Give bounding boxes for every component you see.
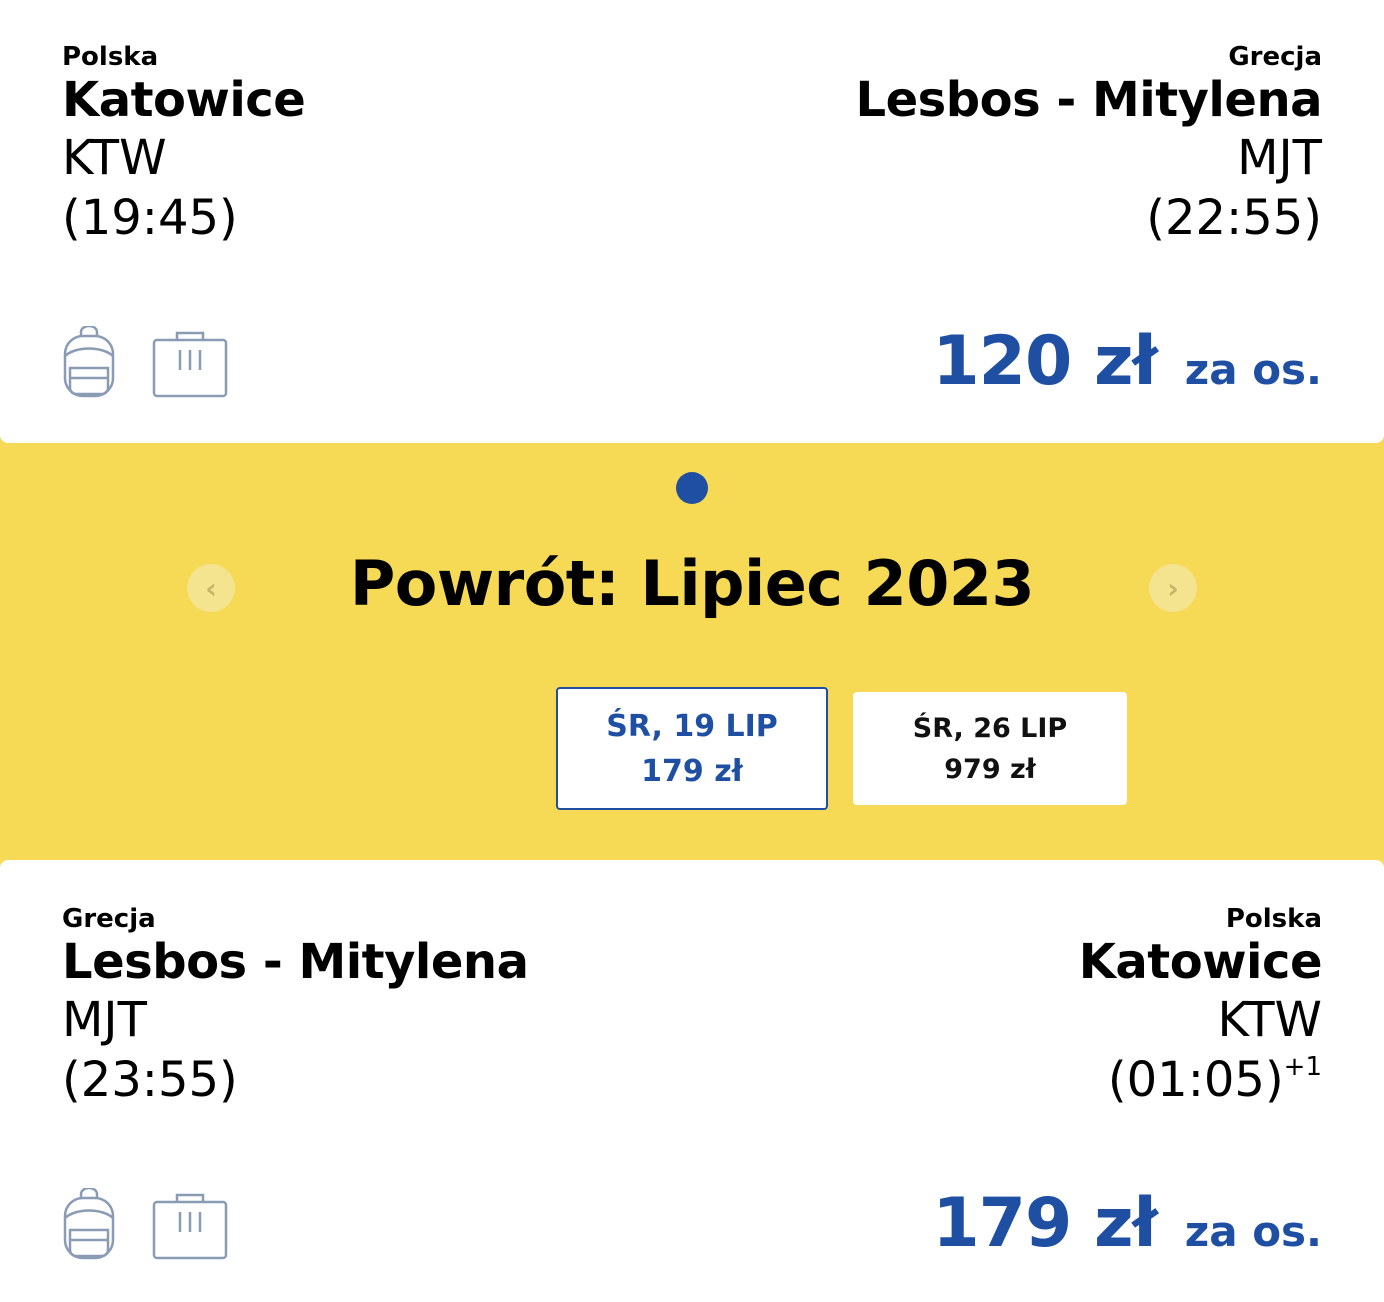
chevron-right-icon: › — [1167, 571, 1179, 605]
origin-city: Lesbos - Mitylena — [62, 934, 529, 990]
date-option-price: 979 zł — [944, 753, 1036, 785]
origin-country: Polska — [62, 42, 159, 72]
date-option-day: ŚR, 26 LIP — [912, 712, 1068, 744]
outbound-flight-card[interactable]: Polska Katowice KTW (19:45) Grecja Lesbo… — [0, 0, 1384, 443]
outbound-origin: Polska Katowice KTW (19:45) — [62, 42, 306, 248]
return-origin: Grecja Lesbos - Mitylena MJT (23:55) — [62, 904, 529, 1110]
backpack-icon — [63, 326, 115, 398]
origin-airport-code: MJT — [62, 992, 147, 1048]
baggage-icons — [62, 326, 228, 398]
price-amount: 179 zł — [932, 1184, 1157, 1263]
outbound-price: 120 zł za os. — [932, 322, 1322, 401]
pagination-dot — [676, 472, 708, 504]
arrival-time-value: (01:05) — [1107, 1052, 1284, 1108]
baggage-icons — [62, 1188, 228, 1260]
arrival-time: (01:05)+1 — [1079, 1050, 1322, 1110]
return-date-option-selected[interactable]: ŚR, 19 LIP 179 zł — [556, 687, 828, 810]
arrival-time: (22:55) — [1146, 190, 1322, 246]
price-per-person-label: za os. — [1184, 345, 1322, 394]
return-price: 179 zł za os. — [932, 1184, 1322, 1263]
destination-city: Katowice — [1078, 934, 1323, 990]
destination-airport-code: MJT — [1237, 130, 1322, 186]
destination-airport-code: KTW — [1217, 992, 1322, 1048]
price-amount: 120 zł — [932, 322, 1157, 401]
origin-city: Katowice — [62, 72, 306, 128]
destination-city: Lesbos - Mitylena — [855, 72, 1323, 128]
return-destination: Polska Katowice KTW (01:05)+1 — [1078, 904, 1323, 1110]
next-month-button[interactable]: › — [1149, 564, 1197, 612]
date-option-price: 179 zł — [641, 753, 743, 789]
suitcase-icon — [152, 1193, 228, 1260]
destination-country: Grecja — [1228, 42, 1322, 72]
departure-time: (19:45) — [62, 190, 238, 246]
destination-country: Polska — [1225, 904, 1322, 934]
outbound-destination: Grecja Lesbos - Mitylena MJT (22:55) — [855, 42, 1323, 248]
backpack-icon — [63, 1188, 115, 1260]
origin-airport-code: KTW — [62, 130, 167, 186]
return-date-option[interactable]: ŚR, 26 LIP 979 zł — [853, 692, 1127, 805]
date-option-day: ŚR, 19 LIP — [606, 708, 778, 744]
return-flight-card[interactable]: Grecja Lesbos - Mitylena MJT (23:55) Pol… — [0, 860, 1384, 1302]
departure-time: (23:55) — [62, 1052, 238, 1108]
price-per-person-label: za os. — [1184, 1207, 1322, 1256]
origin-country: Grecja — [62, 904, 156, 934]
next-day-indicator: +1 — [1283, 1052, 1322, 1082]
suitcase-icon — [152, 331, 228, 398]
